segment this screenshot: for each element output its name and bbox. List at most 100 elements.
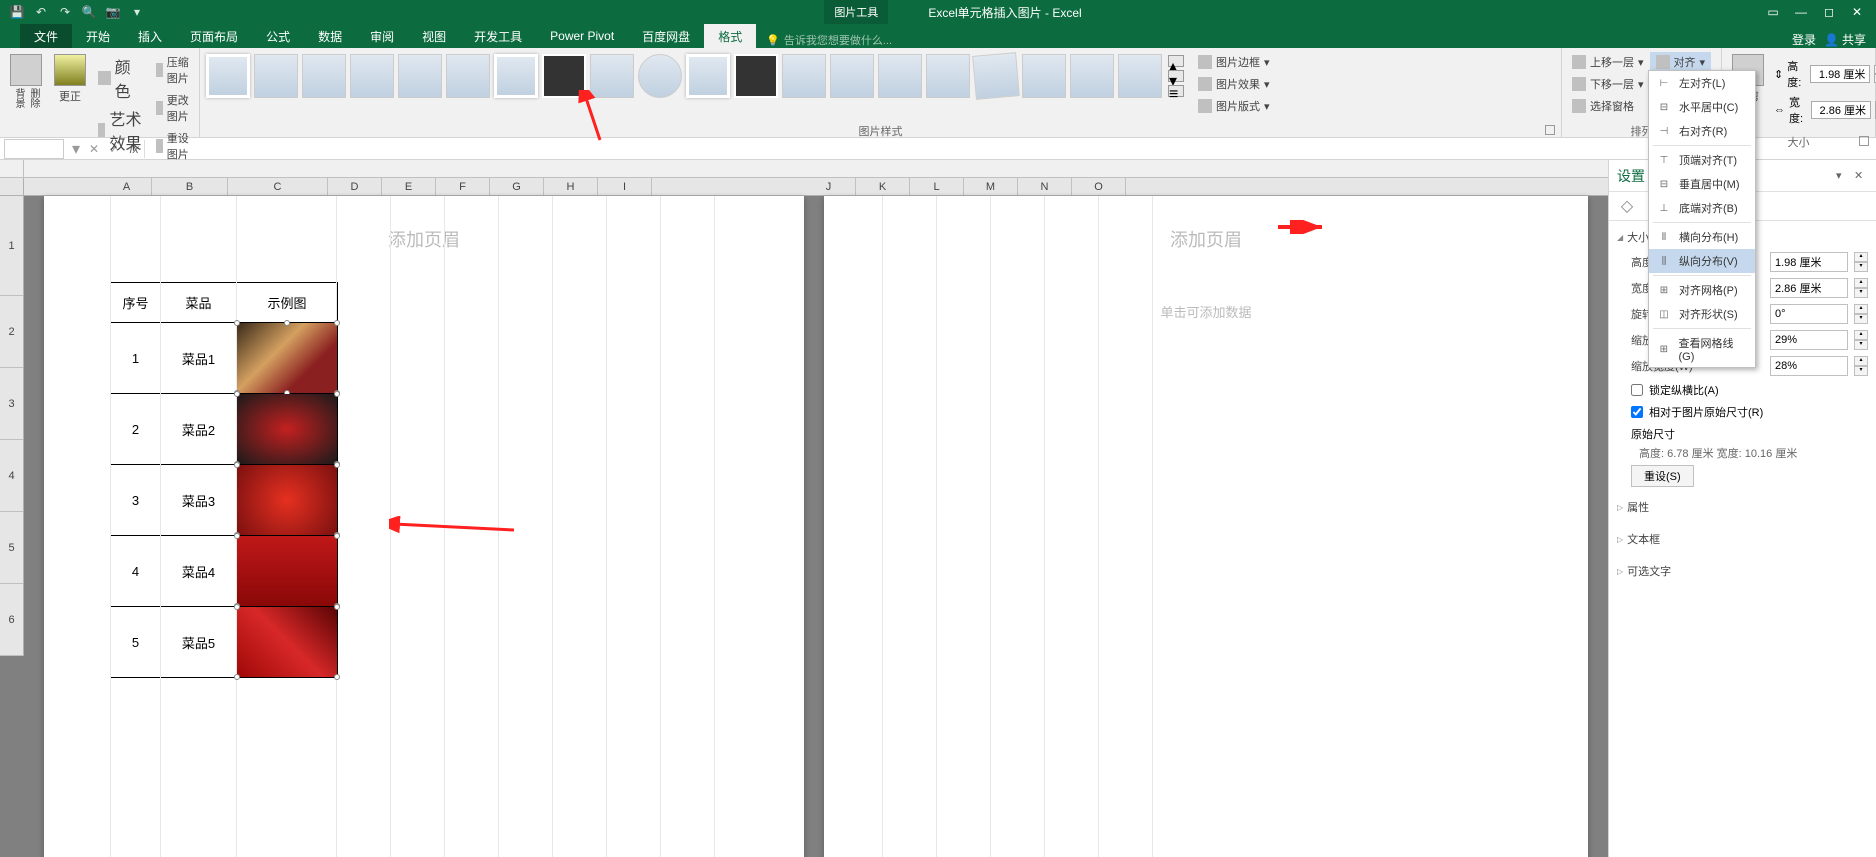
style-item[interactable] bbox=[878, 54, 922, 98]
ribbon-options-icon[interactable]: ▭ bbox=[1760, 2, 1786, 22]
table-header[interactable]: 示例图 bbox=[237, 283, 338, 323]
row-header[interactable]: 6 bbox=[0, 584, 23, 656]
style-item[interactable] bbox=[494, 54, 538, 98]
save-icon[interactable]: 💾 bbox=[8, 4, 26, 20]
tell-me-search[interactable]: 💡 告诉我您想要做什么... bbox=[766, 32, 892, 48]
style-item[interactable] bbox=[1070, 54, 1114, 98]
send-backward-button[interactable]: 下移一层 ▾ bbox=[1566, 74, 1650, 94]
minimize-icon[interactable]: — bbox=[1788, 2, 1814, 22]
spin-up[interactable]: ▴ bbox=[1854, 278, 1868, 288]
prop-scale-w-input[interactable] bbox=[1770, 356, 1848, 376]
picture-border-button[interactable]: 图片边框 ▾ bbox=[1192, 52, 1276, 72]
spin-down[interactable]: ▾ bbox=[1854, 314, 1868, 324]
style-item[interactable] bbox=[734, 54, 778, 98]
tab-insert[interactable]: 插入 bbox=[124, 24, 176, 48]
bring-forward-button[interactable]: 上移一层 ▾ bbox=[1566, 52, 1650, 72]
col-header[interactable]: I bbox=[598, 178, 652, 195]
table-cell[interactable] bbox=[237, 536, 338, 607]
style-item[interactable] bbox=[1022, 54, 1066, 98]
camera-icon[interactable]: 📷 bbox=[104, 4, 122, 20]
undo-icon[interactable]: ↶ bbox=[32, 4, 50, 20]
tab-format[interactable]: 格式 bbox=[704, 24, 756, 48]
style-item[interactable] bbox=[446, 54, 490, 98]
align-middle[interactable]: ⊟垂直居中(M) bbox=[1649, 172, 1755, 196]
align-center-h[interactable]: ⊟水平居中(C) bbox=[1649, 95, 1755, 119]
dish-image[interactable] bbox=[237, 394, 337, 464]
remove-background-button[interactable]: 删除背景 bbox=[4, 52, 48, 116]
picture-layout-button[interactable]: 图片版式 ▾ bbox=[1192, 96, 1276, 116]
spin-up[interactable]: ▴ bbox=[1854, 330, 1868, 340]
tab-review[interactable]: 审阅 bbox=[356, 24, 408, 48]
col-header[interactable]: G bbox=[490, 178, 544, 195]
table-cell[interactable] bbox=[237, 394, 338, 465]
align-bottom[interactable]: ⊥底端对齐(B) bbox=[1649, 196, 1755, 220]
spin-down[interactable]: ▾ bbox=[1854, 288, 1868, 298]
spin-down[interactable]: ▾ bbox=[1854, 340, 1868, 350]
row-header[interactable]: 5 bbox=[0, 512, 23, 584]
change-picture-button[interactable]: 更改图片 bbox=[150, 90, 195, 126]
picture-effects-button[interactable]: 图片效果 ▾ bbox=[1192, 74, 1276, 94]
pane-close-icon[interactable]: ✕ bbox=[1854, 169, 1868, 183]
col-header[interactable]: N bbox=[1018, 178, 1072, 195]
login-link[interactable]: 登录 bbox=[1792, 31, 1816, 48]
width-input[interactable] bbox=[1811, 101, 1871, 119]
table-cell[interactable]: 菜品3 bbox=[161, 465, 237, 536]
spin-down[interactable]: ▾ bbox=[1854, 262, 1868, 272]
align-button[interactable]: 对齐 ▾ bbox=[1650, 52, 1712, 72]
style-item[interactable] bbox=[1118, 54, 1162, 98]
fill-line-tab-icon[interactable]: ◇ bbox=[1617, 196, 1637, 216]
style-item[interactable] bbox=[254, 54, 298, 98]
col-header[interactable]: J bbox=[802, 178, 856, 195]
tab-file[interactable]: 文件 bbox=[20, 24, 72, 48]
col-header[interactable]: K bbox=[856, 178, 910, 195]
page-header-placeholder[interactable]: 添加页眉 bbox=[44, 196, 804, 262]
page-header-placeholder[interactable]: 添加页眉 bbox=[824, 196, 1588, 262]
col-header[interactable]: F bbox=[436, 178, 490, 195]
style-item[interactable] bbox=[830, 54, 874, 98]
style-item[interactable] bbox=[782, 54, 826, 98]
table-cell[interactable]: 菜品5 bbox=[161, 607, 237, 678]
artistic-effects-button[interactable]: 艺术效果 bbox=[92, 104, 150, 156]
tab-formulas[interactable]: 公式 bbox=[252, 24, 304, 48]
table-cell[interactable]: 菜品2 bbox=[161, 394, 237, 465]
lock-aspect-checkbox[interactable] bbox=[1631, 384, 1643, 396]
height-input[interactable] bbox=[1810, 65, 1870, 83]
gallery-more-arrow[interactable]: ≡ bbox=[1168, 85, 1184, 97]
table-cell[interactable]: 2 bbox=[111, 394, 161, 465]
dish-image[interactable] bbox=[237, 465, 337, 535]
table-cell[interactable]: 4 bbox=[111, 536, 161, 607]
align-right[interactable]: ⊣右对齐(R) bbox=[1649, 119, 1755, 143]
row-header[interactable]: 3 bbox=[0, 368, 23, 440]
align-top[interactable]: ⊤顶端对齐(T) bbox=[1649, 148, 1755, 172]
style-item[interactable] bbox=[638, 54, 682, 98]
dish-image[interactable] bbox=[237, 607, 337, 677]
col-header[interactable]: O bbox=[1072, 178, 1126, 195]
prop-height-input[interactable] bbox=[1770, 252, 1848, 272]
col-header[interactable]: M bbox=[964, 178, 1018, 195]
snap-to-grid[interactable]: ⊞对齐网格(P) bbox=[1649, 278, 1755, 302]
reset-size-button[interactable]: 重设(S) bbox=[1631, 465, 1694, 487]
col-header[interactable]: D bbox=[328, 178, 382, 195]
tab-dev[interactable]: 开发工具 bbox=[460, 24, 536, 48]
col-header[interactable]: B bbox=[152, 178, 228, 195]
col-header[interactable]: E bbox=[382, 178, 436, 195]
spin-up[interactable]: ▴ bbox=[1854, 252, 1868, 262]
style-item[interactable] bbox=[350, 54, 394, 98]
dish-image[interactable] bbox=[237, 323, 337, 393]
col-header[interactable]: H bbox=[544, 178, 598, 195]
prop-rotation-input[interactable] bbox=[1770, 304, 1848, 324]
tab-baidu[interactable]: 百度网盘 bbox=[628, 24, 704, 48]
snap-to-shape[interactable]: ◫对齐形状(S) bbox=[1649, 302, 1755, 326]
tab-view[interactable]: 视图 bbox=[408, 24, 460, 48]
row-header[interactable]: 2 bbox=[0, 296, 23, 368]
spin-up[interactable]: ▴ bbox=[1854, 356, 1868, 366]
style-item[interactable] bbox=[302, 54, 346, 98]
prop-scale-h-input[interactable] bbox=[1770, 330, 1848, 350]
redo-icon[interactable]: ↷ bbox=[56, 4, 74, 20]
view-gridlines[interactable]: ⊞查看网格线(G) bbox=[1649, 331, 1755, 367]
col-header[interactable]: A bbox=[102, 178, 152, 195]
tab-home[interactable]: 开始 bbox=[72, 24, 124, 48]
table-cell[interactable] bbox=[237, 323, 338, 394]
properties-section-toggle[interactable]: ▷ 属性 bbox=[1617, 495, 1868, 519]
tab-powerpivot[interactable]: Power Pivot bbox=[536, 24, 628, 48]
